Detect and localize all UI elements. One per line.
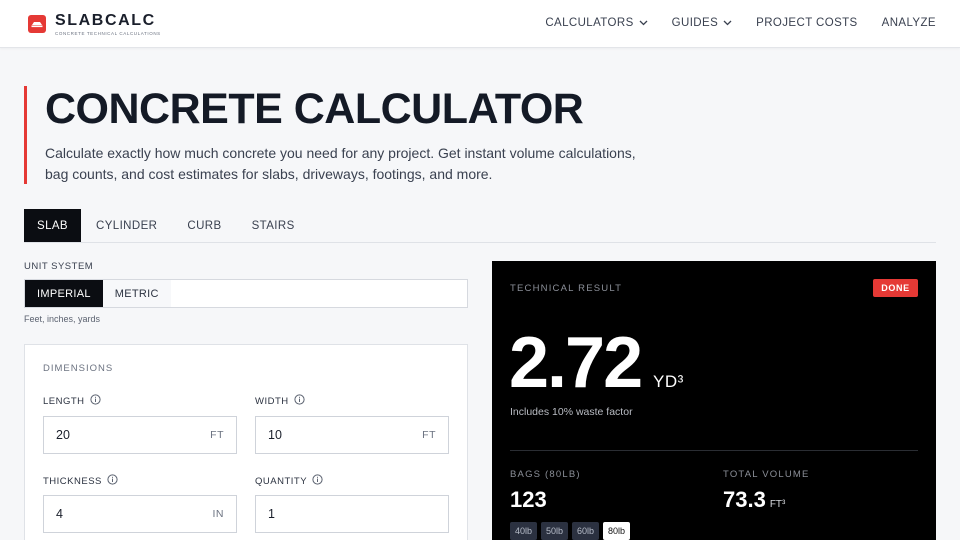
thickness-label-text: THICKNESS	[43, 475, 102, 487]
calculator-tabs: SLAB CYLINDER CURB STAIRS	[24, 209, 936, 243]
tab-cylinder[interactable]: CYLINDER	[81, 209, 172, 242]
bags-value: 123	[510, 487, 547, 512]
bag-size-50lb[interactable]: 50lb	[541, 522, 569, 540]
page-title: CONCRETE CALCULATOR	[45, 85, 584, 133]
length-value: 20	[56, 428, 70, 442]
tab-stairs[interactable]: STAIRS	[237, 209, 310, 242]
bag-size-selector: 40lb 50lb 60lb 80lb	[510, 522, 634, 540]
dimensions-card: DIMENSIONS LENGTH 20 FT WIDTH 10 FT THIC…	[24, 344, 468, 540]
volume-unit: YD³	[653, 372, 684, 391]
page-description: Calculate exactly how much concrete you …	[45, 145, 636, 182]
top-navigation-bar: SLABCALC CONCRETE TECHNICAL CALCULATIONS…	[0, 0, 960, 48]
bag-size-60lb[interactable]: 60lb	[572, 522, 600, 540]
length-label: LENGTH	[43, 394, 101, 408]
thickness-unit: IN	[212, 508, 224, 520]
quantity-label-text: QUANTITY	[255, 475, 308, 487]
unit-system-toggle: IMPERIAL METRIC	[24, 279, 468, 308]
nav-label: GUIDES	[671, 17, 719, 29]
thickness-input[interactable]: 4 IN	[43, 495, 237, 533]
total-volume-value: 73.3	[723, 487, 766, 512]
unit-system-hint: Feet, inches, yards	[24, 314, 101, 324]
info-icon[interactable]	[89, 394, 101, 408]
unit-imperial-button[interactable]: IMPERIAL	[25, 280, 103, 307]
quantity-value: 1	[268, 507, 275, 521]
width-value: 10	[268, 428, 282, 442]
unit-metric-button[interactable]: METRIC	[102, 280, 171, 307]
nav-label: CALCULATORS	[545, 17, 634, 29]
chevron-down-icon	[639, 17, 648, 29]
tab-curb[interactable]: CURB	[172, 209, 236, 242]
unit-system-label: UNIT SYSTEM	[24, 261, 94, 272]
info-icon[interactable]	[312, 474, 323, 488]
status-badge: DONE	[873, 279, 918, 297]
result-label: TECHNICAL RESULT	[510, 283, 623, 294]
tab-slab[interactable]: SLAB	[24, 209, 82, 242]
nav-analyze[interactable]: ANALYZE	[882, 17, 936, 29]
nav-label: ANALYZE	[881, 17, 936, 29]
nav-calculators[interactable]: CALCULATORS	[545, 17, 648, 29]
bags-label: BAGS (80LB)	[510, 469, 581, 480]
bag-size-80lb[interactable]: 80lb	[603, 522, 631, 540]
hero-accent-bar	[24, 86, 27, 184]
thickness-value: 4	[56, 507, 63, 521]
waste-note: Includes 10% waste factor	[510, 406, 633, 418]
width-label-text: WIDTH	[255, 395, 289, 407]
nav-project-costs[interactable]: PROJECT COSTS	[756, 17, 857, 29]
brand-tagline: CONCRETE TECHNICAL CALCULATIONS	[55, 31, 161, 36]
length-unit: FT	[210, 429, 224, 441]
nav-guides[interactable]: GUIDES	[672, 17, 733, 29]
volume-value: 2.72	[509, 323, 643, 403]
quantity-label: QUANTITY	[255, 474, 323, 488]
total-volume: 73.3 FT³	[723, 487, 785, 513]
total-volume-unit: FT³	[769, 499, 786, 510]
main-nav: CALCULATORS GUIDES PROJECT COSTS ANALYZE	[521, 0, 936, 46]
quantity-input[interactable]: 1	[255, 495, 449, 533]
width-unit: FT	[422, 429, 436, 441]
length-input[interactable]: 20 FT	[43, 416, 237, 454]
dimensions-title: DIMENSIONS	[43, 363, 114, 374]
result-divider	[510, 450, 918, 451]
bag-size-40lb[interactable]: 40lb	[510, 522, 538, 540]
width-label: WIDTH	[255, 394, 305, 408]
width-input[interactable]: 10 FT	[255, 416, 449, 454]
nav-label: PROJECT COSTS	[756, 17, 858, 29]
chevron-down-icon	[723, 17, 732, 29]
result-panel: TECHNICAL RESULT DONE 2.72 YD³ Includes …	[492, 261, 936, 540]
brand[interactable]: SLABCALC CONCRETE TECHNICAL CALCULATIONS	[55, 13, 161, 37]
logo-icon[interactable]	[28, 15, 46, 33]
thickness-label: THICKNESS	[43, 474, 118, 488]
total-volume-label: TOTAL VOLUME	[723, 469, 810, 480]
info-icon[interactable]	[294, 394, 305, 408]
info-icon[interactable]	[107, 474, 118, 488]
brand-name: SLABCALC	[55, 12, 156, 29]
length-label-text: LENGTH	[43, 395, 85, 407]
